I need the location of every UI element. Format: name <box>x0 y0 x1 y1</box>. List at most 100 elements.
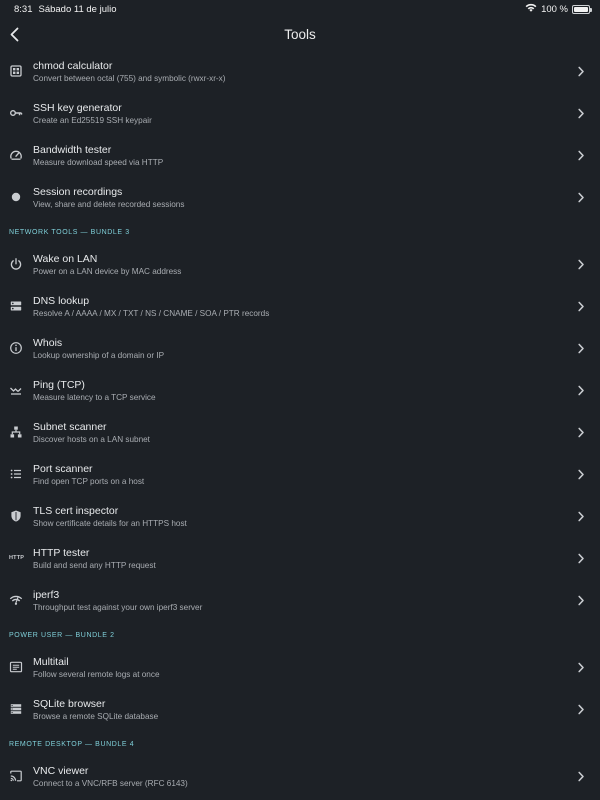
wifi-status-icon <box>525 3 537 15</box>
tool-title: VNC viewer <box>33 765 89 777</box>
chevron-right-icon <box>578 150 584 161</box>
tool-subtitle: Lookup ownership of a domain or IP <box>33 351 165 360</box>
section-title: POWER USER — BUNDLE 2 <box>9 632 115 639</box>
chevron-right-icon <box>578 704 584 715</box>
tool-title: Session recordings <box>33 186 123 198</box>
tool-row-bandwidth-tester[interactable]: Bandwidth tester Measure download speed v… <box>0 135 600 177</box>
tool-row-ping-tcp[interactable]: Ping (TCP) Measure latency to a TCP servi… <box>0 370 600 412</box>
tool-subtitle: Measure download speed via HTTP <box>33 158 164 167</box>
tool-row-tls-cert-inspector[interactable]: TLS cert inspector Show certificate detai… <box>0 496 600 538</box>
key-icon <box>9 106 23 120</box>
tool-row-session-recordings[interactable]: Session recordings View, share and delete… <box>0 177 600 219</box>
status-time: 8:31 <box>14 4 33 15</box>
section-title: REMOTE DESKTOP — BUNDLE 4 <box>9 741 135 748</box>
tool-row-subnet-scanner[interactable]: Subnet scanner Discover hosts on a LAN su… <box>0 412 600 454</box>
chevron-right-icon <box>577 469 585 480</box>
tool-row-whois[interactable]: Whois Lookup ownership of a domain or IP <box>0 328 600 370</box>
tool-title: Port scanner <box>33 463 93 475</box>
terminal-icon <box>9 660 23 674</box>
tool-row-wake-on-lan[interactable]: Wake on LAN Power on a LAN device by MAC … <box>0 244 600 286</box>
chevron-right-icon <box>577 595 585 606</box>
status-left: 8:31 Sábado 11 de julio <box>14 4 117 15</box>
tool-title: Whois <box>33 337 63 349</box>
tool-row-port-scanner[interactable]: Port scanner Find open TCP ports on a hos… <box>0 454 600 496</box>
chevron-right-icon <box>577 553 585 564</box>
tool-subtitle: Follow several remote logs at once <box>33 670 160 679</box>
chevron-right-icon <box>578 301 584 312</box>
tool-row-multitail[interactable]: Multitail Follow several remote logs at o… <box>0 647 600 689</box>
chevron-right-icon <box>578 595 584 606</box>
speedometer-icon <box>9 148 23 162</box>
nav-bar: Tools <box>0 18 600 52</box>
page-title: Tools <box>284 27 316 42</box>
http-icon-label: HTTP <box>9 555 25 561</box>
battery-percent: 100 % <box>541 3 568 15</box>
database-list-icon <box>9 702 23 716</box>
chevron-right-icon <box>577 771 585 782</box>
cast-icon <box>9 769 23 783</box>
tool-title: Bandwidth tester <box>33 144 112 156</box>
section-header: REMOTE DESKTOP — BUNDLE 4 <box>0 731 600 756</box>
chevron-right-icon <box>578 553 584 564</box>
tool-title: Multitail <box>33 656 69 668</box>
chevron-right-icon <box>578 108 584 119</box>
tool-subtitle: Show certificate details for an HTTPS ho… <box>33 519 187 528</box>
tool-title: Subnet scanner <box>33 421 107 433</box>
wifi-icon <box>9 593 23 607</box>
chevron-right-icon <box>577 662 585 673</box>
tool-subtitle: Convert between octal (755) and symbolic… <box>33 74 226 83</box>
chevron-right-icon <box>578 66 584 77</box>
chevron-right-icon <box>577 259 585 270</box>
tool-subtitle: Resolve A / AAAA / MX / TXT / NS / CNAME… <box>33 309 270 318</box>
http-icon: HTTP <box>9 551 25 565</box>
info-icon <box>9 341 23 355</box>
power-icon <box>9 257 23 271</box>
chevron-right-icon <box>578 259 584 270</box>
tool-row-http-tester[interactable]: HTTP HTTP tester Build and send any HTTP r… <box>0 538 600 580</box>
shield-icon <box>9 509 23 523</box>
tool-title: HTTP tester <box>33 547 90 559</box>
tool-subtitle: Find open TCP ports on a host <box>33 477 145 486</box>
status-bar: 8:31 Sábado 11 de julio 100 % <box>0 0 600 18</box>
chevron-right-icon <box>577 427 585 438</box>
tool-subtitle: Power on a LAN device by MAC address <box>33 267 182 276</box>
chevron-right-icon <box>578 511 584 522</box>
tool-row-chmod-calculator[interactable]: chmod calculator Convert between octal (7… <box>0 51 600 93</box>
tool-row-sqlite-browser[interactable]: SQLite browser Browse a remote SQLite dat… <box>0 689 600 731</box>
status-right: 100 % <box>525 3 592 15</box>
chevron-right-icon <box>577 150 585 161</box>
chevron-right-icon <box>577 385 585 396</box>
tool-subtitle: Throughput test against your own iperf3 … <box>33 603 203 612</box>
chevron-right-icon <box>577 704 585 715</box>
status-date: Sábado 11 de julio <box>38 4 117 15</box>
chevron-right-icon <box>577 108 585 119</box>
chevron-right-icon <box>578 771 584 782</box>
tool-title: TLS cert inspector <box>33 505 119 517</box>
tool-title: iperf3 <box>33 589 60 601</box>
tool-subtitle: Browse a remote SQLite database <box>33 712 159 721</box>
tool-title: SQLite browser <box>33 698 106 710</box>
tool-title: Ping (TCP) <box>33 379 85 391</box>
tool-row-dns-lookup[interactable]: DNS lookup Resolve A / AAAA / MX / TXT / … <box>0 286 600 328</box>
tool-row-ssh-key-generator[interactable]: SSH key generator Create an Ed25519 SSH k… <box>0 93 600 135</box>
record-dot-icon <box>9 190 23 204</box>
tool-subtitle: Create an Ed25519 SSH keypair <box>33 116 152 125</box>
ping-icon <box>9 383 23 397</box>
tool-title: DNS lookup <box>33 295 90 307</box>
tool-subtitle: Discover hosts on a LAN subnet <box>33 435 150 444</box>
chevron-right-icon <box>578 192 584 203</box>
chevron-right-icon <box>578 427 584 438</box>
tool-title: chmod calculator <box>33 60 113 72</box>
tool-subtitle: Measure latency to a TCP service <box>33 393 156 402</box>
chevron-right-icon <box>577 192 585 203</box>
chevron-right-icon <box>578 385 584 396</box>
chevron-right-icon <box>578 662 584 673</box>
tool-row-vnc-viewer[interactable]: VNC viewer Connect to a VNC/RFB server (R… <box>0 756 600 798</box>
tool-subtitle: Connect to a VNC/RFB server (RFC 6143) <box>33 779 188 788</box>
tool-title: SSH key generator <box>33 102 122 114</box>
tool-row-iperf3[interactable]: iperf3 Throughput test against your own i… <box>0 580 600 622</box>
network-tree-icon <box>9 425 23 439</box>
section-header: NETWORK TOOLS — BUNDLE 3 <box>0 219 600 244</box>
list-icon <box>9 467 23 481</box>
chevron-right-icon <box>578 469 584 480</box>
